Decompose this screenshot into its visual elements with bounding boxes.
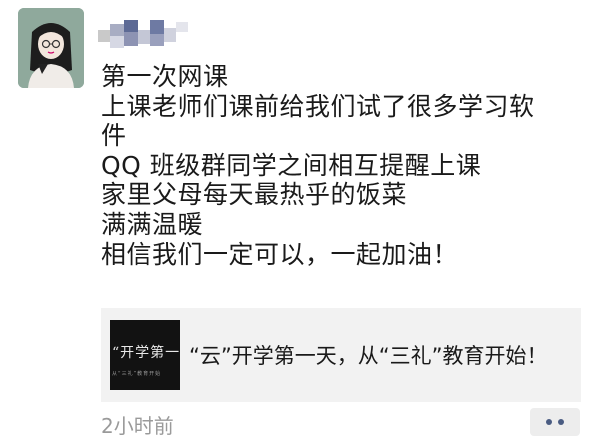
link-title: “云”开学第一天，从“三礼”教育开始！ <box>189 344 548 368</box>
more-dots-icon <box>546 419 552 425</box>
shared-link-card[interactable]: “开学第一 从“三礼”教育开始 “云”开学第一天，从“三礼”教育开始！ <box>101 308 581 402</box>
post-line: 满满温暖 <box>101 209 204 239</box>
avatar-icon <box>18 8 84 88</box>
link-thumbnail: “开学第一 从“三礼”教育开始 <box>110 320 180 390</box>
more-options-button[interactable] <box>530 408 580 436</box>
thumbnail-subtitle: 从“三礼”教育开始 <box>112 371 162 377</box>
post-line: QQ 班级群同学之间相互提醒上课 <box>101 150 482 180</box>
pixelated-name-icon <box>98 20 188 48</box>
thumbnail-title: “开学第一 <box>112 345 180 361</box>
avatar[interactable] <box>18 8 84 88</box>
post-line: 相信我们一定可以，一起加油！ <box>101 239 459 269</box>
username-blurred[interactable] <box>98 16 190 50</box>
post-line: 第一次网课 <box>101 62 229 91</box>
post-line: 上课老师们课前给我们试了很多学习软 <box>101 91 535 121</box>
post-line: 件 <box>101 121 127 151</box>
post-line: 家里父母每天最热乎的饭菜 <box>101 180 408 210</box>
post-timestamp: 2小时前 <box>101 414 174 438</box>
more-dots-icon <box>558 419 564 425</box>
post-text: 第一次网课 上课老师们课前给我们试了很多学习软 件 QQ 班级群同学之间相互提醒… <box>101 62 581 269</box>
